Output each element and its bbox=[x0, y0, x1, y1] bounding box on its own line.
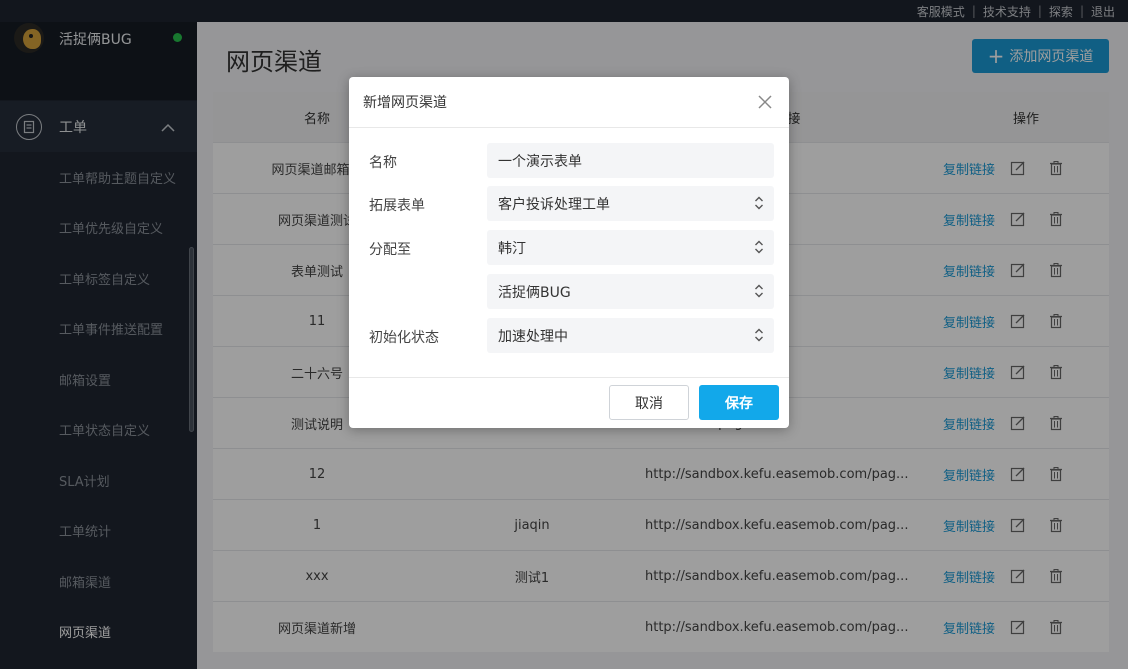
status-row: 初始化状态 加速处理中 bbox=[349, 318, 789, 353]
updown-chevron-icon bbox=[755, 328, 763, 342]
updown-chevron-icon bbox=[755, 196, 763, 210]
form-row: 拓展表单 客户投诉处理工单 bbox=[349, 186, 789, 221]
form-select[interactable]: 客户投诉处理工单 bbox=[487, 186, 774, 221]
assign-group-value: 韩汀 bbox=[498, 240, 526, 257]
save-button[interactable]: 保存 bbox=[699, 385, 779, 420]
form-value: 客户投诉处理工单 bbox=[498, 196, 610, 213]
name-input[interactable]: 一个演示表单 bbox=[487, 143, 774, 178]
status-label: 初始化状态 bbox=[369, 330, 439, 346]
dialog-title: 新增网页渠道 bbox=[363, 95, 447, 111]
assign-agent-value: 活捉俩BUG bbox=[498, 284, 571, 301]
status-value: 加速处理中 bbox=[498, 328, 568, 345]
name-value: 一个演示表单 bbox=[498, 153, 582, 170]
name-label: 名称 bbox=[369, 155, 397, 171]
assign-label: 分配至 bbox=[369, 242, 411, 258]
new-web-channel-dialog: 新增网页渠道 名称 一个演示表单 拓展表单 客户投诉处理工单 分配至 韩汀 活捉… bbox=[349, 77, 789, 428]
updown-chevron-icon bbox=[755, 284, 763, 298]
cancel-button[interactable]: 取消 bbox=[609, 385, 689, 420]
assign-group-select[interactable]: 韩汀 bbox=[487, 230, 774, 265]
assign-agent-row: 活捉俩BUG bbox=[349, 274, 789, 309]
assign-row: 分配至 韩汀 bbox=[349, 230, 789, 265]
name-row: 名称 一个演示表单 bbox=[349, 143, 789, 178]
updown-chevron-icon bbox=[755, 240, 763, 254]
close-icon[interactable] bbox=[757, 94, 773, 110]
dialog-header: 新增网页渠道 bbox=[349, 77, 789, 128]
status-select[interactable]: 加速处理中 bbox=[487, 318, 774, 353]
assign-agent-select[interactable]: 活捉俩BUG bbox=[487, 274, 774, 309]
form-label: 拓展表单 bbox=[369, 198, 425, 214]
dialog-footer-divider bbox=[349, 377, 789, 378]
